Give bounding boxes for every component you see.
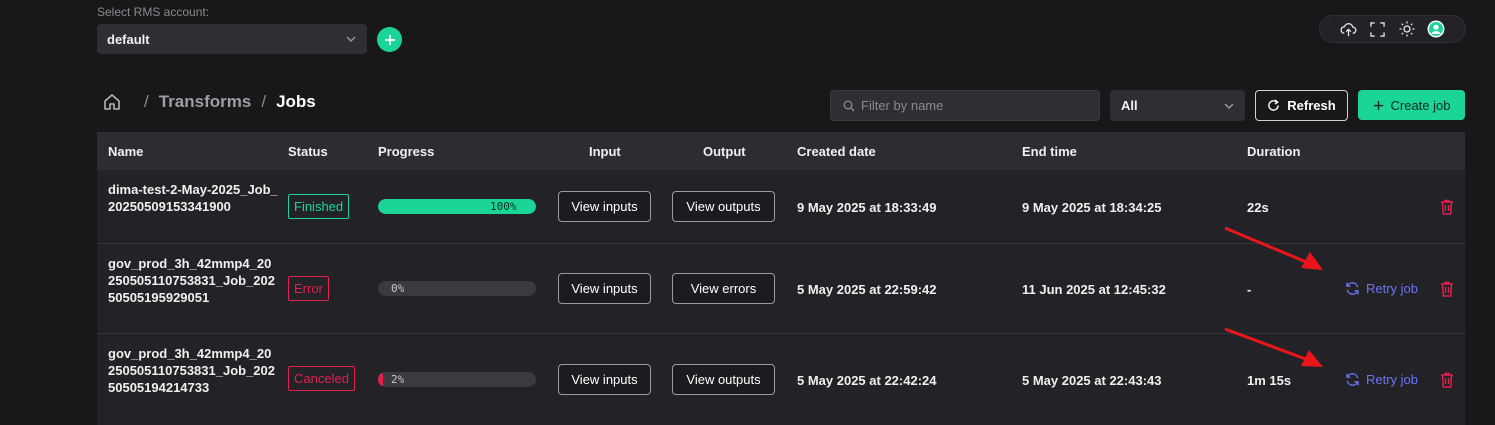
retry-icon bbox=[1346, 282, 1359, 295]
column-header-progress: Progress bbox=[378, 144, 435, 159]
created-date: 5 May 2025 at 22:59:42 bbox=[797, 282, 937, 297]
progress-bar: 2% bbox=[378, 372, 536, 387]
job-name: gov_prod_3h_42mmp4_20250505110753831_Job… bbox=[108, 256, 275, 305]
status-badge: Finished bbox=[288, 194, 350, 219]
retry-job-button[interactable]: Retry job bbox=[1345, 281, 1418, 296]
top-toolbar bbox=[1319, 15, 1466, 43]
refresh-icon bbox=[1268, 99, 1280, 111]
view-outputs-button[interactable]: View outputs bbox=[672, 191, 775, 222]
annotation-arrow bbox=[1224, 226, 1323, 270]
plus-icon bbox=[384, 34, 395, 45]
breadcrumb: / Transforms / Jobs bbox=[102, 92, 316, 112]
view-inputs-button[interactable]: View inputs bbox=[558, 364, 651, 395]
retry-job-button[interactable]: Retry job bbox=[1345, 372, 1418, 387]
theme-sun-icon[interactable] bbox=[1398, 20, 1416, 38]
job-name: gov_prod_3h_42mmp4_20250505110753831_Job… bbox=[108, 346, 275, 395]
progress-bar-fill bbox=[378, 372, 383, 387]
chevron-down-icon bbox=[1224, 103, 1234, 109]
progress-label: 2% bbox=[391, 373, 405, 386]
annotation-arrow bbox=[1224, 327, 1323, 367]
progress-label: 0% bbox=[391, 282, 405, 295]
jobs-table: Name Status Progress Input Output Create… bbox=[97, 132, 1465, 425]
retry-job-label: Retry job bbox=[1366, 281, 1419, 296]
duration: - bbox=[1247, 282, 1252, 297]
delete-icon[interactable] bbox=[1440, 199, 1454, 215]
fullscreen-icon[interactable] bbox=[1369, 20, 1387, 38]
account-select-value: default bbox=[107, 31, 150, 47]
plus-icon bbox=[1373, 100, 1383, 110]
filter-by-name-field[interactable] bbox=[830, 90, 1100, 121]
view-inputs-button[interactable]: View inputs bbox=[558, 273, 651, 304]
view-inputs-button[interactable]: View inputs bbox=[558, 191, 651, 222]
home-icon[interactable] bbox=[102, 92, 122, 112]
created-date: 9 May 2025 at 18:33:49 bbox=[797, 200, 937, 215]
end-time: 11 Jun 2025 at 12:45:32 bbox=[1022, 282, 1166, 297]
created-date: 5 May 2025 at 22:42:24 bbox=[797, 373, 937, 388]
duration: 22s bbox=[1247, 200, 1269, 215]
user-avatar-icon[interactable] bbox=[1427, 20, 1445, 38]
upload-cloud-icon[interactable] bbox=[1340, 20, 1358, 38]
progress-bar: 0% bbox=[378, 281, 536, 296]
column-header-name: Name bbox=[108, 144, 144, 159]
progress-label: 100% bbox=[490, 200, 517, 213]
status-badge: Canceled bbox=[288, 366, 355, 391]
end-time: 9 May 2025 at 18:34:25 bbox=[1022, 200, 1162, 215]
table-header: Name Status Progress Input Output Create… bbox=[97, 132, 1465, 170]
delete-icon[interactable] bbox=[1440, 281, 1454, 297]
page-title: Jobs bbox=[276, 92, 316, 111]
add-account-button[interactable] bbox=[377, 27, 402, 52]
account-select[interactable]: default bbox=[97, 24, 367, 54]
retry-job-label: Retry job bbox=[1366, 372, 1419, 387]
breadcrumb-separator: / bbox=[144, 92, 149, 111]
column-header-created-date: Created date bbox=[797, 144, 876, 159]
end-time: 5 May 2025 at 22:43:43 bbox=[1022, 373, 1162, 388]
column-header-status: Status bbox=[288, 144, 328, 159]
column-header-end-time: End time bbox=[1022, 144, 1077, 159]
view-errors-button[interactable]: View errors bbox=[672, 273, 775, 304]
status-badge: Error bbox=[288, 276, 329, 301]
breadcrumb-transforms[interactable]: Transforms bbox=[159, 92, 252, 112]
status-filter-select[interactable]: All bbox=[1110, 90, 1245, 121]
delete-icon[interactable] bbox=[1440, 372, 1454, 388]
column-header-input: Input bbox=[589, 144, 621, 159]
breadcrumb-separator: / bbox=[261, 92, 267, 111]
column-header-output: Output bbox=[703, 144, 746, 159]
refresh-button-label: Refresh bbox=[1287, 98, 1336, 113]
filter-by-name-input[interactable] bbox=[861, 98, 1091, 113]
account-select-label: Select RMS account: bbox=[97, 5, 210, 19]
progress-bar: 100% bbox=[378, 199, 536, 214]
column-header-duration: Duration bbox=[1247, 144, 1301, 159]
search-icon bbox=[843, 100, 855, 111]
retry-icon bbox=[1346, 373, 1359, 386]
create-job-button[interactable]: Create job bbox=[1358, 90, 1465, 120]
refresh-button[interactable]: Refresh bbox=[1255, 90, 1348, 121]
chevron-down-icon bbox=[346, 36, 356, 42]
create-job-button-label: Create job bbox=[1390, 97, 1451, 113]
view-outputs-button[interactable]: View outputs bbox=[672, 364, 775, 395]
job-name: dima-test-2-May-2025_Job_202505091533419… bbox=[108, 182, 278, 214]
status-filter-value: All bbox=[1121, 98, 1138, 113]
